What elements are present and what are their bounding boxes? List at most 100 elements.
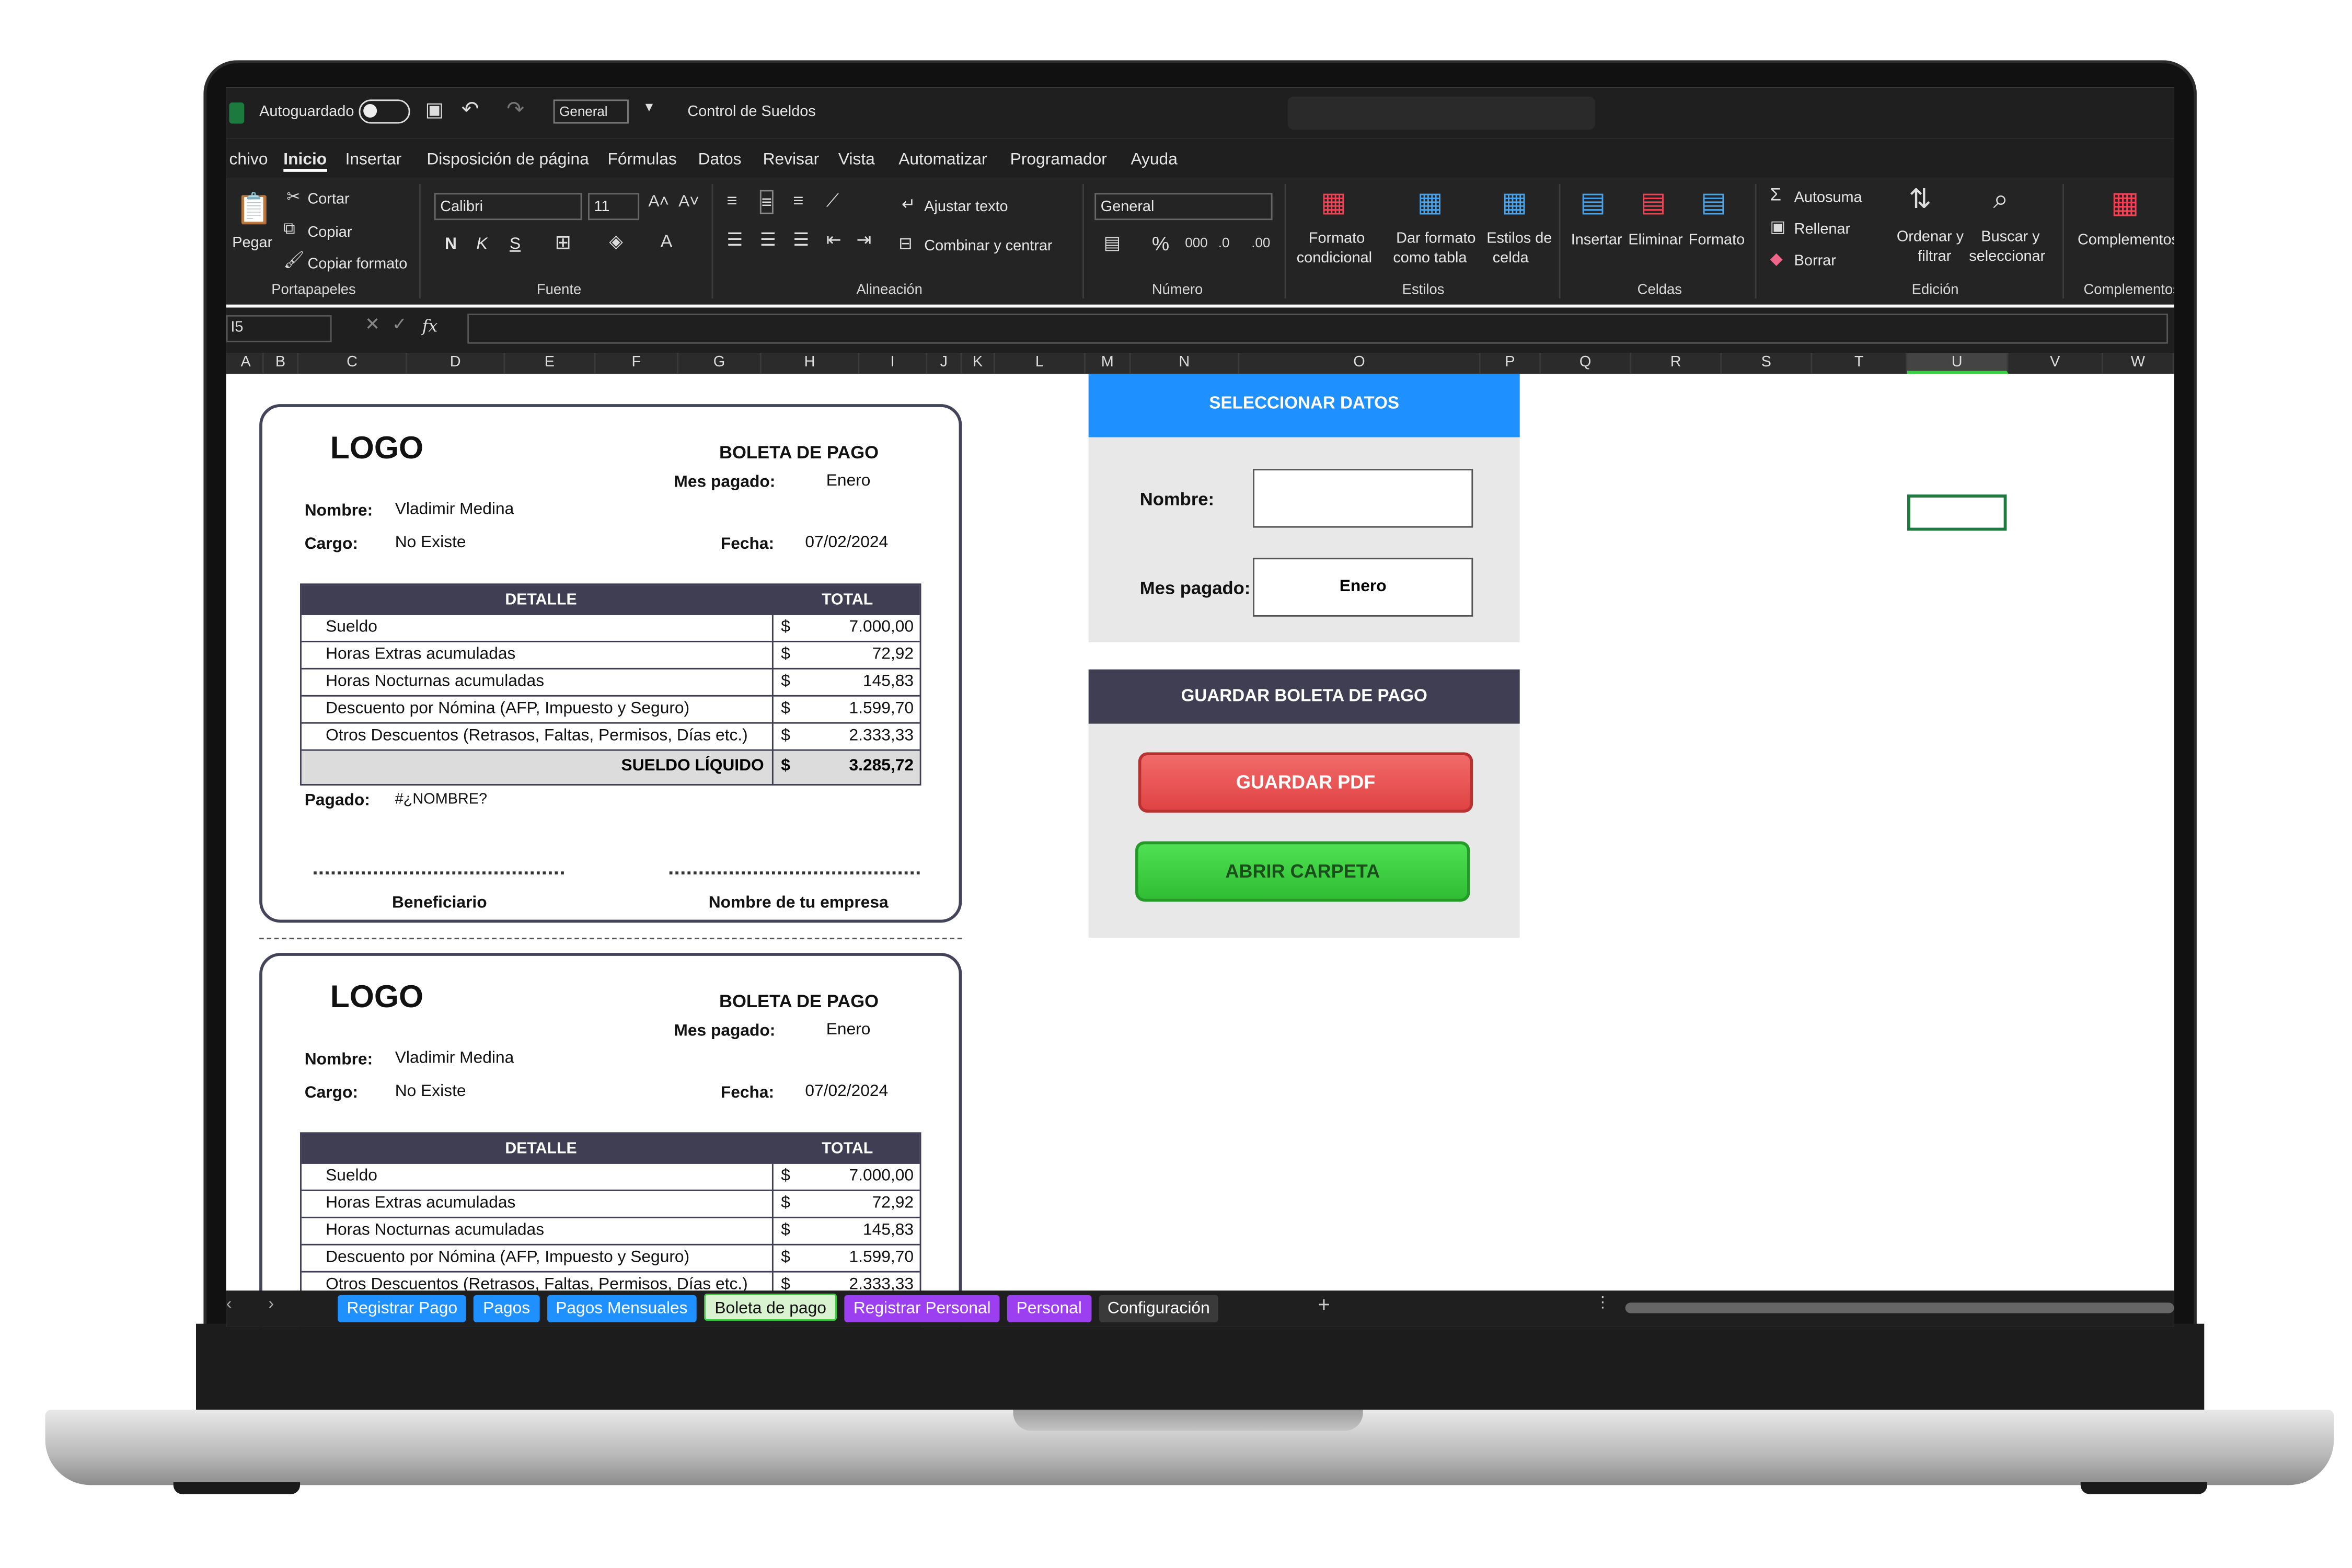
sort-filter-label-1[interactable]: Ordenar y [1897,229,1964,246]
find-select-label-1[interactable]: Buscar y [1981,229,2039,246]
column-header-u[interactable]: U [1907,352,2009,374]
borders-icon[interactable]: ⊞ [555,230,571,255]
column-header-w[interactable]: W [2103,352,2174,374]
save-pdf-button[interactable]: GUARDAR PDF [1138,752,1473,813]
font-color-icon[interactable]: A [660,230,672,251]
clear-button[interactable]: Borrar [1794,253,1836,270]
column-header-l[interactable]: L [995,352,1086,374]
find-select-label-2[interactable]: seleccionar [1969,249,2045,266]
column-header-g[interactable]: G [678,352,762,374]
paste-icon[interactable]: 📋 [235,190,273,227]
sheet-tab-configuración[interactable]: Configuración [1098,1295,1219,1322]
addins-button[interactable]: Complementos [2078,232,2174,249]
wrap-text-button[interactable]: Ajustar texto [924,199,1008,216]
copy-button[interactable]: Copiar [307,225,352,241]
sheet-tab-boleta-de-pago[interactable]: Boleta de pago [704,1293,837,1321]
insert-cells-button[interactable]: Insertar [1571,232,1622,249]
cancel-icon[interactable]: ✕ [365,314,380,335]
column-header-m[interactable]: M [1086,352,1131,374]
find-select-icon[interactable]: ⌕ [1993,184,2008,216]
menu-ayuda[interactable]: Ayuda [1131,151,1177,169]
column-header-s[interactable]: S [1722,352,1813,374]
column-header-p[interactable]: P [1481,352,1541,374]
menu-automatizar[interactable]: Automatizar [898,151,987,169]
menu-archivo[interactable]: chivo [229,151,268,169]
cond-format-label-1[interactable]: Formato [1309,230,1365,247]
menu-programador[interactable]: Programador [1010,151,1107,169]
shrink-font-icon[interactable]: A˅ [678,193,699,211]
panel-name-input[interactable] [1253,469,1473,528]
menu-datos[interactable]: Datos [698,151,742,169]
percent-icon[interactable]: % [1152,232,1169,255]
bold-button[interactable]: N [445,235,457,253]
font-size-dropdown[interactable]: 11 [587,193,640,221]
add-sheet-icon[interactable]: + [1318,1292,1330,1316]
menu-formulas[interactable]: Fórmulas [607,151,676,169]
autosave-toggle[interactable] [359,99,410,124]
column-header-o[interactable]: O [1239,352,1481,374]
name-box[interactable]: I5 [226,315,332,342]
decrease-decimal-icon[interactable]: .00 [1251,235,1270,250]
indent-increase-icon[interactable]: ⇥ [856,229,871,250]
enter-icon[interactable]: ✓ [392,314,407,335]
menu-vista[interactable]: Vista [838,151,875,169]
column-header-f[interactable]: F [595,352,679,374]
cut-icon[interactable]: ✂ [286,187,301,207]
align-bottom-icon[interactable]: ≡ [793,190,803,211]
column-header-r[interactable]: R [1631,352,1722,374]
italic-button[interactable]: K [477,235,488,253]
conditional-format-icon[interactable]: ▦ [1321,187,1346,219]
copy-icon[interactable]: ⧉ [283,220,295,239]
sort-filter-label-2[interactable]: filtrar [1918,249,1951,266]
column-header-n[interactable]: N [1131,352,1240,374]
undo-icon[interactable]: ↶ [462,97,479,122]
column-header-j[interactable]: J [927,352,962,374]
prev-sheet-icon[interactable]: ‹ [226,1295,232,1313]
horizontal-scrollbar[interactable] [1625,1302,2174,1313]
format-cells-button[interactable]: Formato [1689,232,1745,249]
fill-color-icon[interactable]: ◈ [609,230,623,251]
redo-icon[interactable]: ↷ [506,97,524,122]
search-box[interactable] [1287,96,1595,130]
panel-month-input[interactable]: Enero [1253,558,1473,617]
cut-button[interactable]: Cortar [307,191,349,208]
align-left-icon[interactable]: ☰ [727,229,743,250]
column-header-h[interactable]: H [762,352,860,374]
font-family-dropdown[interactable]: Calibri [434,193,582,221]
autosum-icon[interactable]: Σ [1770,184,1781,205]
menu-revisar[interactable]: Revisar [763,151,820,169]
format-cells-icon[interactable]: ▤ [1701,187,1726,219]
column-header-q[interactable]: Q [1541,352,1632,374]
sheet-tab-registrar-personal[interactable]: Registrar Personal [844,1295,1000,1322]
formula-input[interactable] [467,313,2169,344]
merge-icon[interactable]: ⊟ [898,234,913,253]
file-title[interactable]: Control de Sueldos [687,104,815,121]
column-header-v[interactable]: V [2008,352,2104,374]
orientation-icon[interactable]: ⟋ [826,190,839,212]
next-sheet-icon[interactable]: › [268,1295,274,1313]
cell-styles-label-2[interactable]: celda [1493,250,1529,267]
underline-button[interactable]: S [510,235,521,253]
column-header-d[interactable]: D [407,352,505,374]
open-folder-button[interactable]: ABRIR CARPETA [1135,841,1470,902]
number-format-dropdown[interactable]: General [1094,193,1273,221]
column-header-k[interactable]: K [962,352,995,374]
format-table-label-2[interactable]: como tabla [1393,250,1467,267]
column-header-a[interactable]: A [229,352,264,374]
align-top-icon[interactable]: ≡ [727,190,737,211]
quick-format-dropdown[interactable]: General [553,99,629,124]
sheet-tab-registrar-pago[interactable]: Registrar Pago [338,1295,467,1322]
save-icon[interactable]: ▣ [425,98,443,122]
sheet-tab-pagos[interactable]: Pagos [474,1295,539,1322]
column-header-i[interactable]: I [859,352,928,374]
menu-disposicion[interactable]: Disposición de página [426,151,589,169]
column-header-c[interactable]: C [298,352,407,374]
align-center-icon[interactable]: ☰ [760,229,776,250]
grow-font-icon[interactable]: A˄ [648,193,669,211]
format-painter-button[interactable]: Copiar formato [307,256,407,273]
column-header-t[interactable]: T [1812,352,1908,374]
cond-format-label-2[interactable]: condicional [1297,250,1372,267]
sheet-tab-pagos-mensuales[interactable]: Pagos Mensuales [546,1295,697,1322]
cell-styles-label-1[interactable]: Estilos de [1486,230,1552,247]
comma-style-icon[interactable]: 000 [1185,235,1207,250]
